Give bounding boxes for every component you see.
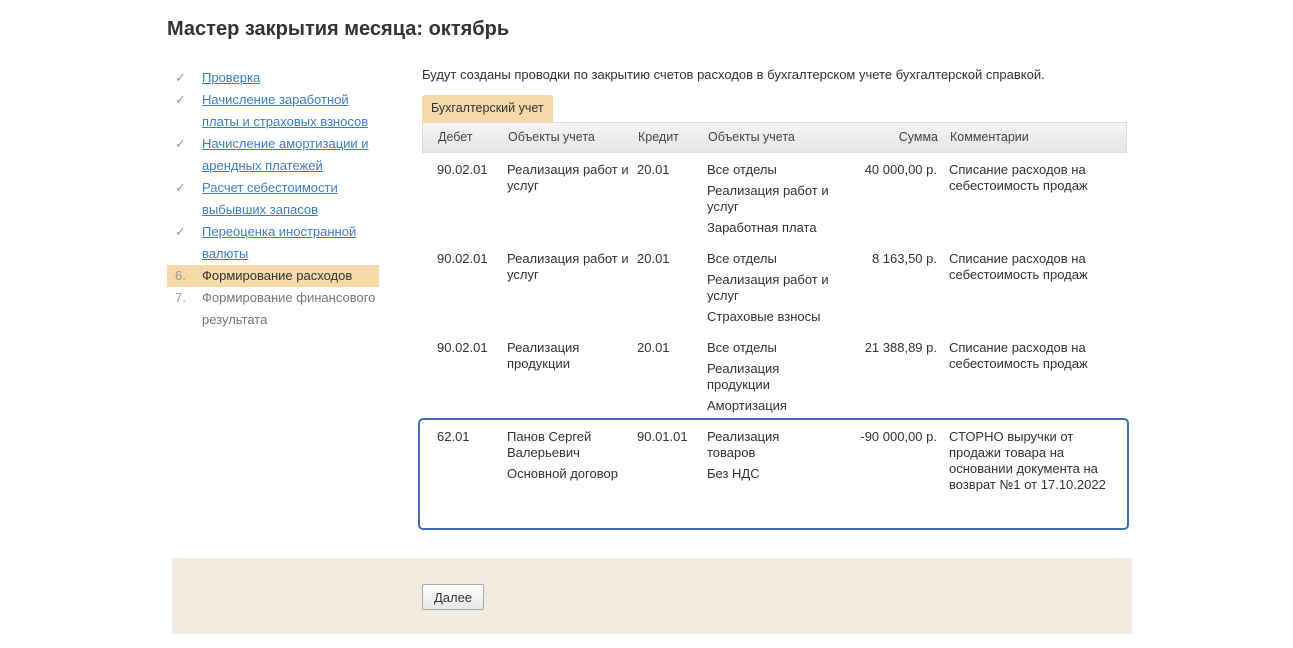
credit-cell-line: 20.01 bbox=[637, 340, 670, 355]
sum-cell-line: -90 000,00 р. bbox=[860, 429, 937, 444]
debit-cell-line: 90.02.01 bbox=[437, 162, 488, 177]
sum-cell-line: 21 388,89 р. bbox=[864, 340, 937, 355]
wizard-step: 7. Формирование финансового результата bbox=[167, 287, 379, 331]
credit-cell: 20.01 bbox=[630, 340, 700, 420]
wizard-step[interactable]: ✓ Проверка bbox=[167, 67, 379, 89]
comment-cell: Списание расходов на себестоимость прода… bbox=[945, 251, 1127, 331]
credit-objects-cell-line: Все отделы bbox=[707, 251, 777, 266]
wizard-step-label[interactable]: Проверка bbox=[202, 67, 260, 89]
wizard-step-label[interactable]: Начисление заработной платы и страховых … bbox=[202, 89, 379, 133]
footer-panel: Далее bbox=[172, 558, 1132, 634]
col-debit: Дебет bbox=[438, 130, 473, 144]
debit-cell: 90.02.01 bbox=[422, 162, 500, 242]
credit-objects-cell-line: Без НДС bbox=[707, 466, 760, 481]
credit-objects-cell-line: Все отделы bbox=[707, 162, 777, 177]
page-title: Мастер закрытия месяца: октябрь bbox=[167, 18, 510, 40]
step-number: 7. bbox=[175, 290, 186, 305]
check-icon: ✓ bbox=[175, 92, 186, 107]
sum-cell: 8 163,50 р. bbox=[830, 251, 945, 331]
check-icon: ✓ bbox=[175, 70, 186, 85]
comment-cell-line: Списание расходов на себестоимость прода… bbox=[949, 162, 1088, 193]
wizard-step: 6. Формирование расходов bbox=[167, 265, 379, 287]
wizard-steps: ✓ Проверка ✓ Начисление заработной платы и … bbox=[167, 67, 379, 331]
debit-objects-cell-line: Реализация работ и услуг bbox=[507, 162, 629, 193]
debit-cell-line: 90.02.01 bbox=[437, 340, 488, 355]
debit-objects-cell-line: Панов Сергей Валерьевич bbox=[507, 429, 592, 460]
debit-cell: 90.02.01 bbox=[422, 251, 500, 331]
sum-cell: -90 000,00 р. bbox=[830, 429, 945, 528]
credit-objects-cell-line: Реализация работ и услуг bbox=[707, 272, 829, 303]
check-icon: ✓ bbox=[175, 136, 186, 151]
col-debit-objects: Объекты учета bbox=[508, 130, 595, 144]
credit-objects-cell-line: Реализация работ и услуг bbox=[707, 183, 829, 214]
debit-objects-cell: Реализация продукции bbox=[500, 340, 630, 420]
credit-objects-cell-line: Страховые взносы bbox=[707, 309, 821, 324]
wizard-step[interactable]: ✓ Расчет себестоимости выбывших запасов bbox=[167, 177, 379, 221]
step-number: 6. bbox=[175, 268, 186, 283]
credit-cell: 20.01 bbox=[630, 162, 700, 242]
col-credit: Кредит bbox=[638, 130, 679, 144]
credit-cell-line: 20.01 bbox=[637, 162, 670, 177]
credit-objects-cell: Все отделы Реализация работ и услуг Зарабо… bbox=[700, 162, 830, 242]
debit-cell: 62.01 bbox=[422, 429, 500, 528]
credit-objects-cell: Реализация товаров Без НДС bbox=[700, 429, 830, 528]
comment-cell-line: Списание расходов на себестоимость прода… bbox=[949, 340, 1088, 371]
debit-cell-line: 90.02.01 bbox=[437, 251, 488, 266]
table-row[interactable]: 90.02.01 Реализация продукции 20.01 Все отд… bbox=[422, 331, 1127, 420]
debit-cell-line: 62.01 bbox=[437, 429, 470, 444]
sum-cell: 40 000,00 р. bbox=[830, 162, 945, 242]
comment-cell: Списание расходов на себестоимость прода… bbox=[945, 162, 1127, 242]
table-row[interactable]: 90.02.01 Реализация работ и услуг 20.01 Все… bbox=[422, 242, 1127, 331]
wizard-step-label[interactable]: Переоценка иностранной валюты bbox=[202, 221, 379, 265]
wizard-step[interactable]: ✓ Начисление амортизации и арендных плате… bbox=[167, 133, 379, 177]
wizard-step-label[interactable]: Начисление амортизации и арендных платеж… bbox=[202, 133, 379, 177]
debit-cell: 90.02.01 bbox=[422, 340, 500, 420]
credit-cell-line: 90.01.01 bbox=[637, 429, 688, 444]
check-icon: ✓ bbox=[175, 224, 186, 239]
sum-cell-line: 40 000,00 р. bbox=[864, 162, 937, 177]
col-credit-objects: Объекты учета bbox=[708, 130, 795, 144]
table-row[interactable]: 62.01 Панов Сергей Валерьевич Основной дог… bbox=[418, 418, 1129, 530]
entries-table: Дебет Объекты учета Кредит Объекты учета… bbox=[418, 122, 1129, 530]
debit-objects-cell: Панов Сергей Валерьевич Основной договор bbox=[500, 429, 630, 528]
credit-cell: 20.01 bbox=[630, 251, 700, 331]
credit-objects-cell-line: Амортизация bbox=[707, 398, 787, 413]
comment-cell-line: СТОРНО выручки от продажи товара на осно… bbox=[949, 429, 1106, 492]
debit-objects-cell: Реализация работ и услуг bbox=[500, 251, 630, 331]
table-header: Дебет Объекты учета Кредит Объекты учета… bbox=[422, 122, 1127, 153]
debit-objects-cell-line: Основной договор bbox=[507, 466, 618, 481]
comment-cell: СТОРНО выручки от продажи товара на осно… bbox=[945, 429, 1127, 528]
credit-objects-cell-line: Реализация продукции bbox=[707, 361, 780, 392]
tab-accounting[interactable]: Бухгалтерский учет bbox=[422, 95, 553, 122]
next-button[interactable]: Далее bbox=[422, 584, 484, 610]
col-sum: Сумма bbox=[898, 130, 938, 144]
credit-objects-cell-line: Реализация товаров bbox=[707, 429, 780, 460]
credit-objects-cell: Все отделы Реализация продукции Амортизаци… bbox=[700, 340, 830, 420]
credit-cell-line: 20.01 bbox=[637, 251, 670, 266]
debit-objects-cell-line: Реализация работ и услуг bbox=[507, 251, 629, 282]
wizard-step[interactable]: ✓ Переоценка иностранной валюты bbox=[167, 221, 379, 265]
credit-cell: 90.01.01 bbox=[630, 429, 700, 528]
col-comment: Комментарии bbox=[950, 130, 1029, 144]
comment-cell-line: Списание расходов на себестоимость прода… bbox=[949, 251, 1088, 282]
wizard-step[interactable]: ✓ Начисление заработной платы и страховых… bbox=[167, 89, 379, 133]
check-icon: ✓ bbox=[175, 180, 186, 195]
comment-cell: Списание расходов на себестоимость прода… bbox=[945, 340, 1127, 420]
sum-cell-line: 8 163,50 р. bbox=[871, 251, 937, 266]
credit-objects-cell: Все отделы Реализация работ и услуг Страхо… bbox=[700, 251, 830, 331]
wizard-step-label: Формирование расходов bbox=[202, 268, 353, 283]
wizard-step-label: Формирование финансового результата bbox=[202, 290, 376, 327]
sum-cell: 21 388,89 р. bbox=[830, 340, 945, 420]
debit-objects-cell: Реализация работ и услуг bbox=[500, 162, 630, 242]
table-row[interactable]: 90.02.01 Реализация работ и услуг 20.01 Все… bbox=[422, 153, 1127, 242]
intro-text: Будут созданы проводки по закрытию счето… bbox=[422, 67, 1045, 82]
credit-objects-cell-line: Все отделы bbox=[707, 340, 777, 355]
debit-objects-cell-line: Реализация продукции bbox=[507, 340, 580, 371]
credit-objects-cell-line: Заработная плата bbox=[707, 220, 817, 235]
wizard-step-label[interactable]: Расчет себестоимости выбывших запасов bbox=[202, 177, 379, 221]
